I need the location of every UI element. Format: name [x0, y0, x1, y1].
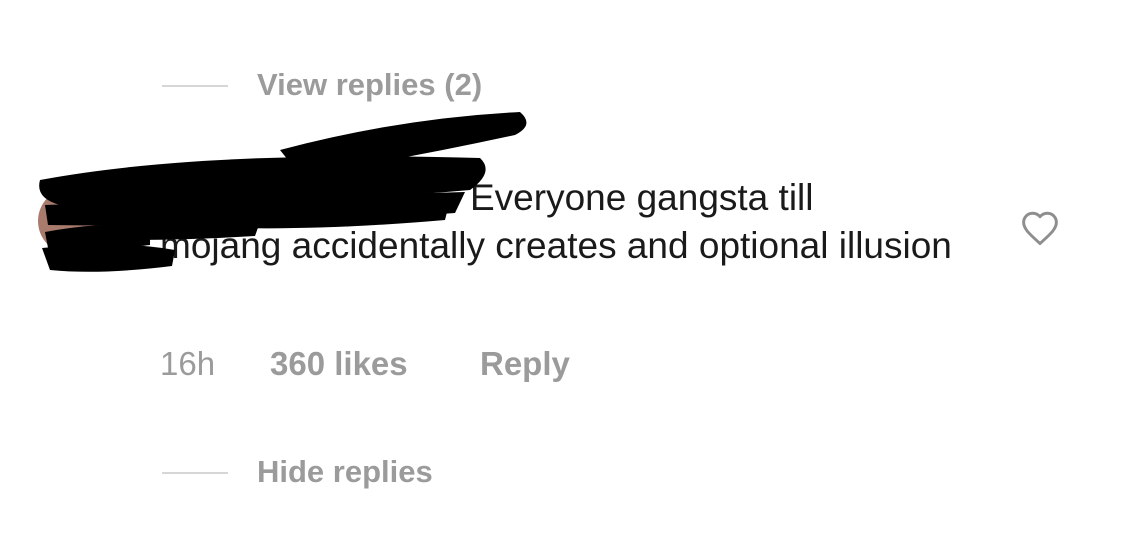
timestamp: 16h: [160, 345, 216, 382]
comment-text-line1: Everyone gangsta till: [470, 177, 814, 218]
thread-line: [162, 472, 228, 474]
thread-line: [162, 85, 228, 87]
username[interactable]: [160, 185, 470, 215]
avatar[interactable]: [38, 188, 104, 254]
comment-text-rest: mojang accidentally creates and optional…: [160, 225, 952, 266]
view-replies-button[interactable]: View replies (2): [257, 67, 482, 103]
reply-button[interactable]: Reply: [480, 345, 570, 383]
heart-outline-icon[interactable]: [1020, 210, 1060, 246]
likes-count[interactable]: 360 likes: [270, 345, 408, 383]
hide-replies-button[interactable]: Hide replies: [257, 454, 433, 490]
comment-text: Everyone gangsta till mojang accidentall…: [160, 174, 980, 270]
